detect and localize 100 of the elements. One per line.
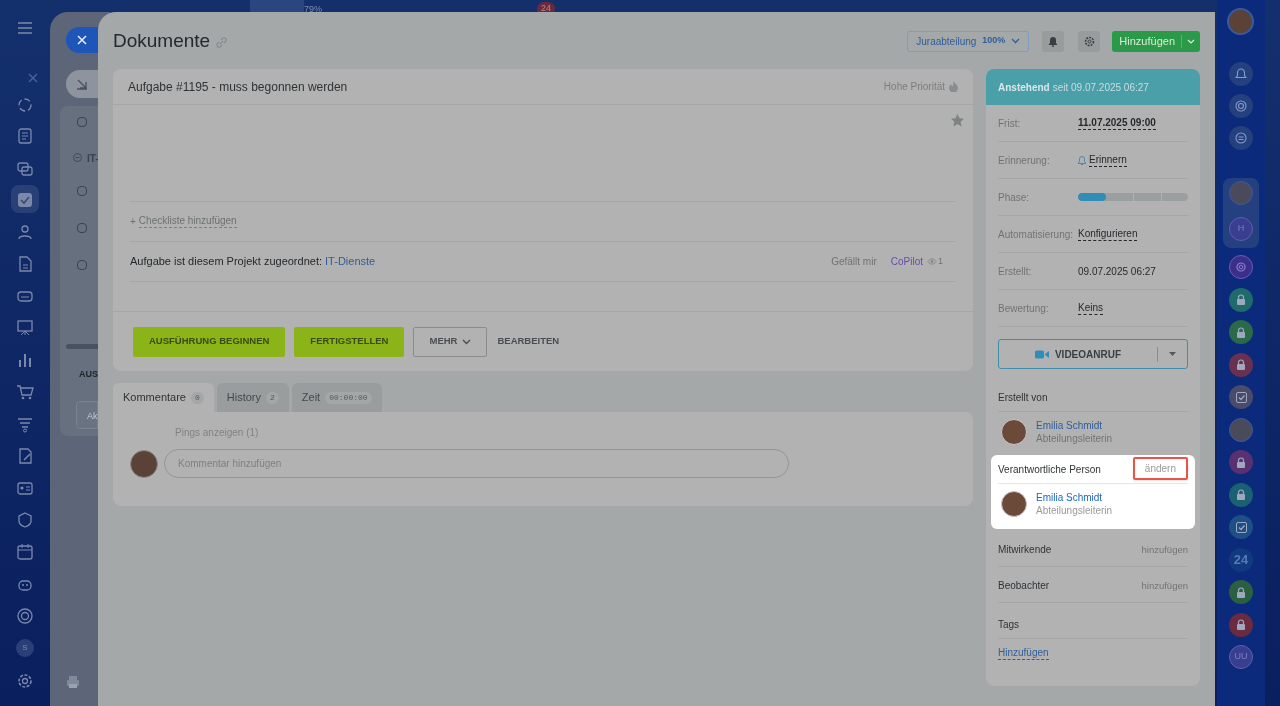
settings-icon [1083,35,1095,47]
document-icon[interactable] [16,127,34,145]
bell-icon [1235,68,1247,80]
field-label: Frist: [998,116,1022,131]
add-button[interactable]: Hinzufügen [1112,30,1200,52]
reminder-link[interactable]: Erinnern [1089,153,1127,167]
chat-avatar[interactable] [1229,450,1253,474]
download-icon [76,78,88,90]
field-label: Bewertung: [998,301,1050,316]
presentation-icon[interactable] [16,319,34,337]
person-name-link[interactable]: Emilia Schmidt [1036,419,1113,432]
video-call-button[interactable]: VIDEOANRUF [998,339,1188,369]
section-action-link[interactable]: hinzufügen [1141,578,1188,593]
target-icon[interactable] [16,607,34,625]
chat-avatar[interactable] [1229,385,1253,409]
tab-count: 00:00:00 [325,391,372,404]
notification-button[interactable] [1042,30,1065,52]
checkbox[interactable] [77,186,87,196]
file-icon[interactable] [16,255,34,273]
section-action-link[interactable]: hinzufügen [1141,542,1188,557]
filter-pill[interactable] [66,70,98,98]
settings-icon[interactable] [16,672,34,690]
chat-avatar[interactable] [1229,320,1253,344]
settings-button[interactable] [1078,30,1101,52]
sidebar-button[interactable] [1229,94,1253,118]
like-link[interactable]: Gefällt mir [831,254,877,269]
edit-document-icon[interactable] [16,447,34,465]
close-button[interactable] [66,27,98,53]
section-title: Mitwirkende [998,543,1052,557]
chat-avatar[interactable] [1229,612,1253,637]
calendar-icon[interactable] [16,543,34,561]
percentage-text: 79% [304,3,322,16]
user-avatar[interactable]: S [16,639,34,657]
checkbox[interactable] [77,260,87,270]
shield-icon[interactable] [16,511,34,529]
field-link[interactable]: Keins [1078,301,1103,315]
deadline-value[interactable]: 11.07.2025 09:00 [1078,116,1156,130]
task-title: Aufgabe #1195 - muss begonnen werden [128,78,348,96]
action-button[interactable]: FERTIGSTELLEN [294,326,405,357]
department-label: Juraabteilung [916,34,977,49]
avatar-photo[interactable] [1227,8,1254,35]
tab[interactable]: History 2 [216,383,289,412]
field-link[interactable]: Konfigurieren [1078,227,1138,241]
field-label: Erstellt: [998,264,1033,279]
checkbox[interactable] [77,117,87,127]
chat-avatar[interactable] [1229,515,1253,539]
field-label: Erinnerung: [998,153,1051,168]
department-selector[interactable]: Juraabteilung 100% [907,30,1030,52]
checkbox[interactable] [77,223,87,233]
lock-icon [1236,326,1246,338]
close-icon [76,34,88,46]
tab[interactable]: Zeit 00:00:00 [291,383,382,412]
checklist-link[interactable]: Checkliste hinzufügen [138,215,237,228]
more-button[interactable]: MEHR [413,326,488,357]
project-link[interactable]: IT-Dienste [325,255,376,268]
chat-avatar[interactable]: 24 [1229,547,1253,572]
video-camera-icon [1034,349,1049,359]
action-button[interactable]: AUSFÜHRUNG BEGINNEN [133,326,286,357]
add-tag-link[interactable]: Hinzufügen [998,647,1049,660]
person-name-link[interactable]: Emilia Schmidt [1036,491,1113,504]
avatar-photo [1001,419,1027,445]
field-label: Phase: [998,190,1031,205]
users-icon[interactable] [16,223,34,241]
id-card-icon[interactable] [16,479,34,497]
lock-icon [1236,456,1246,468]
page-title: Dokumente [113,28,211,53]
status-label: Anstehend [998,80,1050,95]
checkbox-icon[interactable] [16,191,34,209]
eye-icon [927,258,937,265]
copilot-link[interactable]: CoPilot [890,254,923,269]
chat-avatar[interactable] [1229,287,1253,312]
printer-icon[interactable] [66,675,80,689]
chat-icon[interactable] [16,160,34,178]
checkbox-icon [1235,391,1247,403]
sidebar-button[interactable] [1229,62,1253,86]
chat-avatar[interactable] [1229,580,1253,604]
chat-avatar[interactable] [1229,255,1253,279]
edit-button[interactable]: BEARBEITEN [496,326,561,357]
funnel-icon[interactable] [16,415,34,433]
section-title: Verantwortliche Person [998,463,1101,477]
sidebar-button[interactable] [1229,126,1253,150]
lock-icon [1236,489,1246,500]
tab[interactable]: Kommentare 0 [113,383,214,412]
checkbox-icon [1235,521,1247,533]
chat-avatar[interactable] [1229,352,1253,377]
star-icon[interactable] [951,114,964,127]
cart-icon[interactable] [16,383,34,401]
cycle-icon[interactable] [16,96,34,114]
bell-icon [1078,155,1086,165]
close-icon[interactable] [26,71,40,85]
chat-avatar[interactable] [1229,482,1253,507]
lock-icon [1236,586,1246,598]
project-text: Aufgabe ist diesem Projekt zugeordnet: IT-Dienste [130,254,376,270]
scrollbar [66,344,98,349]
field-label: Automatisierung: [998,227,1075,242]
input-field[interactable]: Ak [76,401,98,429]
section-action-link[interactable]: ändern [1132,457,1188,480]
spiral-icon [1236,262,1246,272]
avatar-photo [130,449,158,478]
bar-chart-icon[interactable] [16,351,34,369]
